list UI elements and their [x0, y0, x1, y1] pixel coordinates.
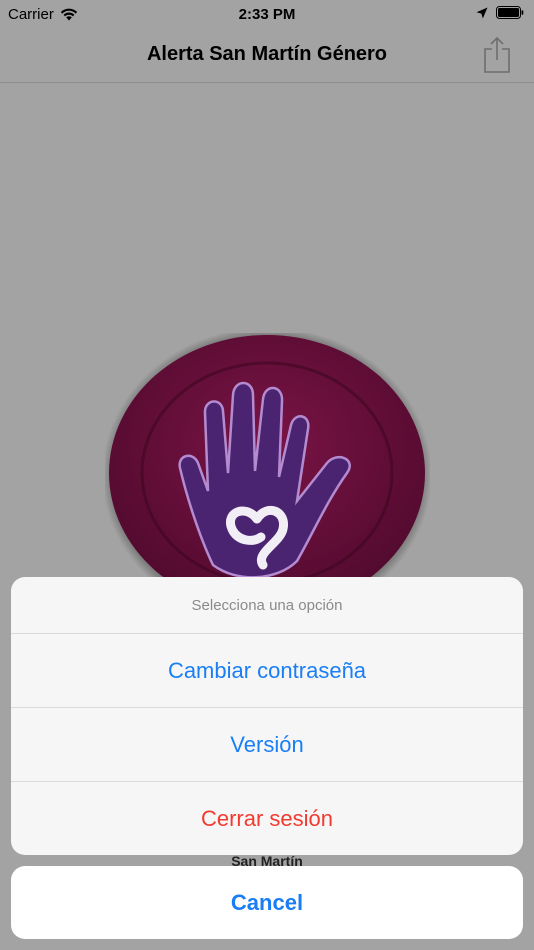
location-arrow-icon — [476, 7, 488, 18]
cancel-button[interactable]: Cancel — [11, 866, 523, 939]
share-button[interactable] — [482, 36, 512, 74]
version-option[interactable]: Versión — [11, 708, 523, 782]
battery-icon — [496, 6, 524, 19]
status-time: 2:33 PM — [238, 6, 296, 23]
change-password-option[interactable]: Cambiar contraseña — [11, 634, 523, 708]
share-icon — [484, 36, 510, 73]
action-sheet-title: Selecciona una opción — [11, 577, 523, 634]
status-bar: Carrier 2:33 PM — [0, 0, 534, 30]
action-sheet: Selecciona una opción Cambiar contraseña… — [11, 577, 523, 855]
page-title: Alerta San Martín Género — [146, 43, 388, 65]
logout-option[interactable]: Cerrar sesión — [11, 782, 523, 855]
status-right — [476, 6, 524, 19]
navigation-bar: Alerta San Martín Género — [0, 30, 534, 83]
